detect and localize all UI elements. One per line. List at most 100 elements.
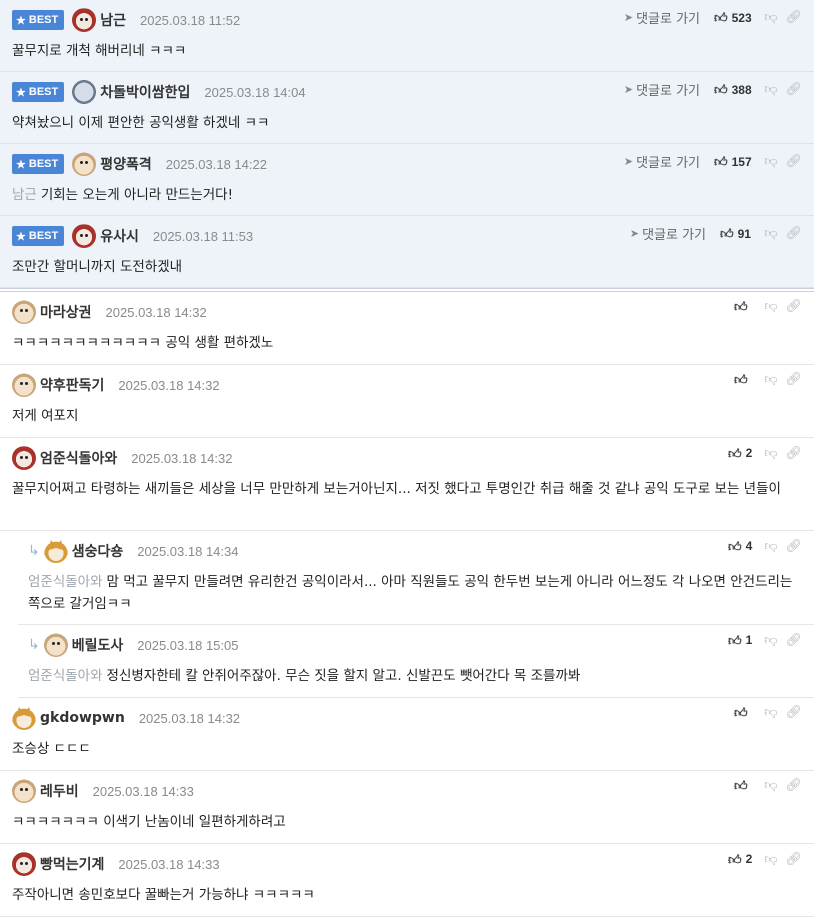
nickname[interactable]: 차돌박이쌈한입 [100, 82, 190, 102]
nickname[interactable]: 엄준식돌아와 [40, 448, 117, 468]
link-icon[interactable]: 🔗︎ [784, 853, 802, 866]
link-icon[interactable]: 🔗︎ [784, 634, 802, 647]
comment-text: 조만간 할머니까지 도전하겠내 [12, 259, 183, 275]
thumbs-up-icon: 👍︎ [728, 851, 742, 867]
nickname[interactable]: 약후판독기 [40, 375, 104, 395]
like-button[interactable]: 👍︎ [734, 706, 758, 719]
thumbs-up-icon: 👍︎ [728, 538, 742, 554]
thumbs-down-icon[interactable]: 👎︎ [758, 373, 784, 386]
avatar[interactable] [12, 852, 36, 876]
like-button[interactable]: 👍︎ [734, 300, 758, 313]
star-icon: ★ [16, 14, 26, 27]
like-button[interactable]: 👍︎ [734, 373, 758, 386]
comment-date: 2025.03.18 14:04 [204, 84, 306, 100]
comment: 마라상권 2025.03.18 14:32 👍︎ 👎︎ 🔗︎ ㅋㅋㅋㅋㅋㅋㅋㅋㅋ… [0, 292, 814, 365]
avatar[interactable] [12, 373, 36, 397]
star-icon: ★ [16, 86, 26, 99]
like-button[interactable]: 👍︎ 4 [728, 539, 758, 553]
comment-date: 2025.03.18 14:32 [138, 710, 241, 726]
avatar[interactable] [12, 779, 36, 803]
nickname[interactable]: 마라상권 [40, 302, 92, 322]
comment-text: 엄준식돌아와 맘 먹고 꿀무지 만들려면 유리한건 공익이라서... 아마 직원들… [28, 574, 793, 612]
like-button[interactable]: 👍︎ [734, 779, 758, 792]
best-badge: ★ BEST [12, 10, 65, 30]
best-badge: ★ BEST [12, 226, 65, 246]
avatar[interactable] [72, 8, 97, 32]
link-icon[interactable]: 🔗︎ [784, 300, 802, 313]
thumbs-up-icon: 👍︎ [728, 445, 742, 461]
thumbs-down-icon[interactable]: 👎︎ [758, 11, 784, 24]
reply-arrow-icon: ↳ [28, 543, 40, 559]
thumbs-down-icon[interactable]: 👎︎ [758, 779, 784, 792]
comment-date: 2025.03.18 11:52 [139, 12, 241, 28]
avatar[interactable] [43, 539, 68, 563]
comment: 엄준식돌아와 2025.03.18 14:32 👍︎ 2 👎︎ 🔗︎ 꿀무지어쩌고… [0, 438, 814, 531]
avatar[interactable] [72, 80, 97, 104]
link-icon[interactable]: 🔗︎ [784, 83, 802, 96]
nickname[interactable]: 샘숭다숑 [72, 541, 124, 561]
mention[interactable]: 엄준식돌아와 [28, 668, 103, 684]
comment-date: 2025.03.18 11:53 [152, 228, 254, 244]
link-icon[interactable]: 🔗︎ [784, 779, 802, 792]
thumbs-down-icon[interactable]: 👎︎ [758, 155, 784, 168]
link-icon[interactable]: 🔗︎ [784, 447, 802, 460]
like-button[interactable]: 👍︎ 91 [720, 227, 758, 241]
comment: 빵먹는기계 2025.03.18 14:33 👍︎ 2 👎︎ 🔗︎ 주작아니면 송… [0, 844, 814, 917]
link-icon[interactable]: 🔗︎ [784, 706, 802, 719]
like-button[interactable]: 👍︎ 388 [714, 83, 758, 97]
comment-date: 2025.03.18 15:05 [137, 637, 239, 653]
comment-text: 꿀무지어쩌고 타령하는 새끼들은 세상을 너무 만만하게 보는거아닌지... 저… [12, 481, 781, 497]
thumbs-down-icon[interactable]: 👎︎ [758, 853, 784, 866]
thumbs-down-icon[interactable]: 👎︎ [758, 83, 784, 96]
comment: gkdowpwn 2025.03.18 14:32 👍︎ 👎︎ 🔗︎ 조승상 ㄷ… [0, 698, 814, 771]
nickname[interactable]: 빵먹는기계 [40, 854, 104, 874]
mention[interactable]: 남근 [12, 187, 37, 203]
thumbs-down-icon[interactable]: 👎︎ [758, 540, 784, 553]
reply-arrow-icon: ↳ [28, 637, 40, 653]
avatar[interactable] [12, 706, 36, 730]
goto-comment-link[interactable]: ➤ 댓글로 가기 [624, 152, 700, 171]
mention[interactable]: 엄준식돌아와 [28, 574, 103, 590]
comment-text: 주작아니면 송민호보다 꿀빠는거 가능하냐 ㅋㅋㅋㅋㅋ [12, 887, 315, 903]
goto-comment-link[interactable]: ➤ 댓글로 가기 [624, 80, 700, 99]
avatar[interactable] [72, 152, 97, 176]
nickname[interactable]: 유사시 [100, 226, 139, 246]
link-icon[interactable]: 🔗︎ [784, 11, 802, 24]
like-button[interactable]: 👍︎ 1 [728, 633, 758, 647]
nickname[interactable]: 평양폭격 [100, 154, 152, 174]
goto-comment-link[interactable]: ➤ 댓글로 가기 [630, 224, 706, 243]
best-comment: ★ BEST 차돌박이쌈한입 2025.03.18 14:04 ➤ 댓글로 가기 👍… [0, 72, 814, 144]
comment-text: 약쳐놨으니 이제 편안한 공익생활 하겠네 ㅋㅋ [12, 115, 270, 131]
link-icon[interactable]: 🔗︎ [784, 540, 802, 553]
avatar[interactable] [12, 300, 36, 324]
thumbs-down-icon[interactable]: 👎︎ [758, 634, 784, 647]
nickname[interactable]: 남근 [100, 10, 126, 30]
thumbs-down-icon[interactable]: 👎︎ [758, 447, 784, 460]
link-icon[interactable]: 🔗︎ [784, 373, 802, 386]
like-button[interactable]: 👍︎ 523 [714, 11, 758, 25]
link-icon[interactable]: 🔗︎ [784, 155, 802, 168]
comment-date: 2025.03.18 14:34 [137, 543, 239, 559]
best-comment: ★ BEST 유사시 2025.03.18 11:53 ➤ 댓글로 가기 👍︎ 91 … [0, 216, 814, 288]
thumbs-up-icon: 👍︎ [714, 10, 728, 25]
avatar[interactable] [72, 224, 97, 248]
thumbs-down-icon[interactable]: 👎︎ [758, 300, 784, 313]
reply-comment: ↳ 베릴도사 2025.03.18 15:05 👍︎ 1 👎︎ 🔗︎ 엄준식돌아와… [18, 625, 814, 698]
thumbs-down-icon[interactable]: 👎︎ [758, 227, 784, 240]
link-icon[interactable]: 🔗︎ [784, 227, 802, 240]
nickname[interactable]: 레두비 [40, 781, 79, 801]
like-button[interactable]: 👍︎ 2 [728, 446, 758, 460]
like-button[interactable]: 👍︎ 157 [714, 155, 758, 169]
thumbs-up-icon: 👍︎ [728, 632, 742, 648]
best-badge: ★ BEST [12, 82, 65, 102]
comment: 레두비 2025.03.18 14:33 👍︎ 👎︎ 🔗︎ ㅋㅋㅋㅋㅋㅋㅋ 이색… [0, 771, 814, 844]
like-button[interactable]: 👍︎ 2 [728, 852, 758, 866]
comment-text: 남근 기회는 오는게 아니라 만드는거다! [12, 187, 234, 203]
avatar[interactable] [43, 633, 68, 657]
nickname[interactable]: 베릴도사 [72, 635, 124, 655]
nickname[interactable]: gkdowpwn [40, 710, 125, 726]
thumbs-up-icon: 👍︎ [734, 705, 748, 720]
thumbs-down-icon[interactable]: 👎︎ [758, 706, 784, 719]
goto-comment-link[interactable]: ➤ 댓글로 가기 [624, 8, 700, 27]
avatar[interactable] [12, 446, 36, 470]
